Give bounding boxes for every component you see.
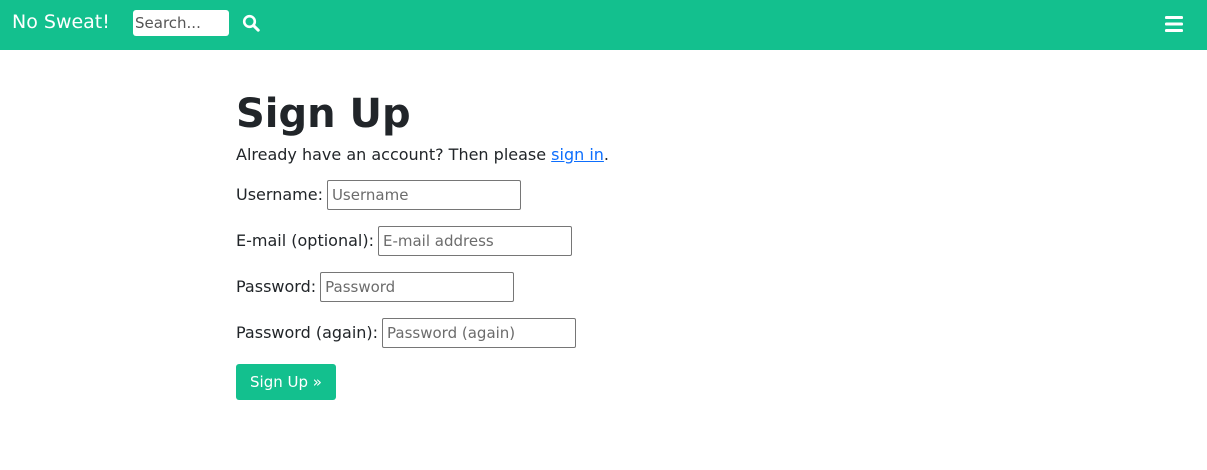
password-again-row: Password (again): — [236, 318, 936, 348]
password-label: Password: — [236, 277, 317, 296]
hamburger-menu-icon — [1162, 12, 1186, 36]
username-field[interactable] — [326, 180, 521, 210]
username-row: Username: — [236, 180, 936, 210]
signup-form: Username: E-mail (optional): Password: P… — [236, 180, 936, 400]
password-row: Password: — [236, 272, 936, 302]
top-navbar: No Sweat! — [0, 0, 1207, 50]
password-again-field[interactable] — [382, 318, 577, 348]
signup-content: Sign Up Already have an account? Then pl… — [236, 88, 936, 400]
signin-prompt: Already have an account? Then please sig… — [236, 143, 936, 167]
search-input[interactable] — [133, 10, 229, 36]
search-icon — [242, 14, 264, 32]
email-label: E-mail (optional): — [236, 231, 374, 250]
sign-up-button[interactable]: Sign Up » — [236, 364, 336, 400]
password-again-label: Password (again): — [236, 323, 379, 342]
brand-logo-link[interactable]: No Sweat! — [12, 10, 110, 34]
email-field[interactable] — [377, 226, 572, 256]
menu-toggle-button[interactable] — [1162, 12, 1186, 36]
signin-prompt-period: . — [603, 145, 610, 164]
page-title: Sign Up — [236, 91, 411, 137]
username-label: Username: — [236, 185, 323, 204]
signin-prompt-text: Already have an account? Then please — [236, 145, 552, 164]
search-button[interactable] — [242, 12, 264, 34]
password-field[interactable] — [320, 272, 515, 302]
sign-in-link[interactable]: sign in — [551, 145, 604, 164]
email-row: E-mail (optional): — [236, 226, 936, 256]
